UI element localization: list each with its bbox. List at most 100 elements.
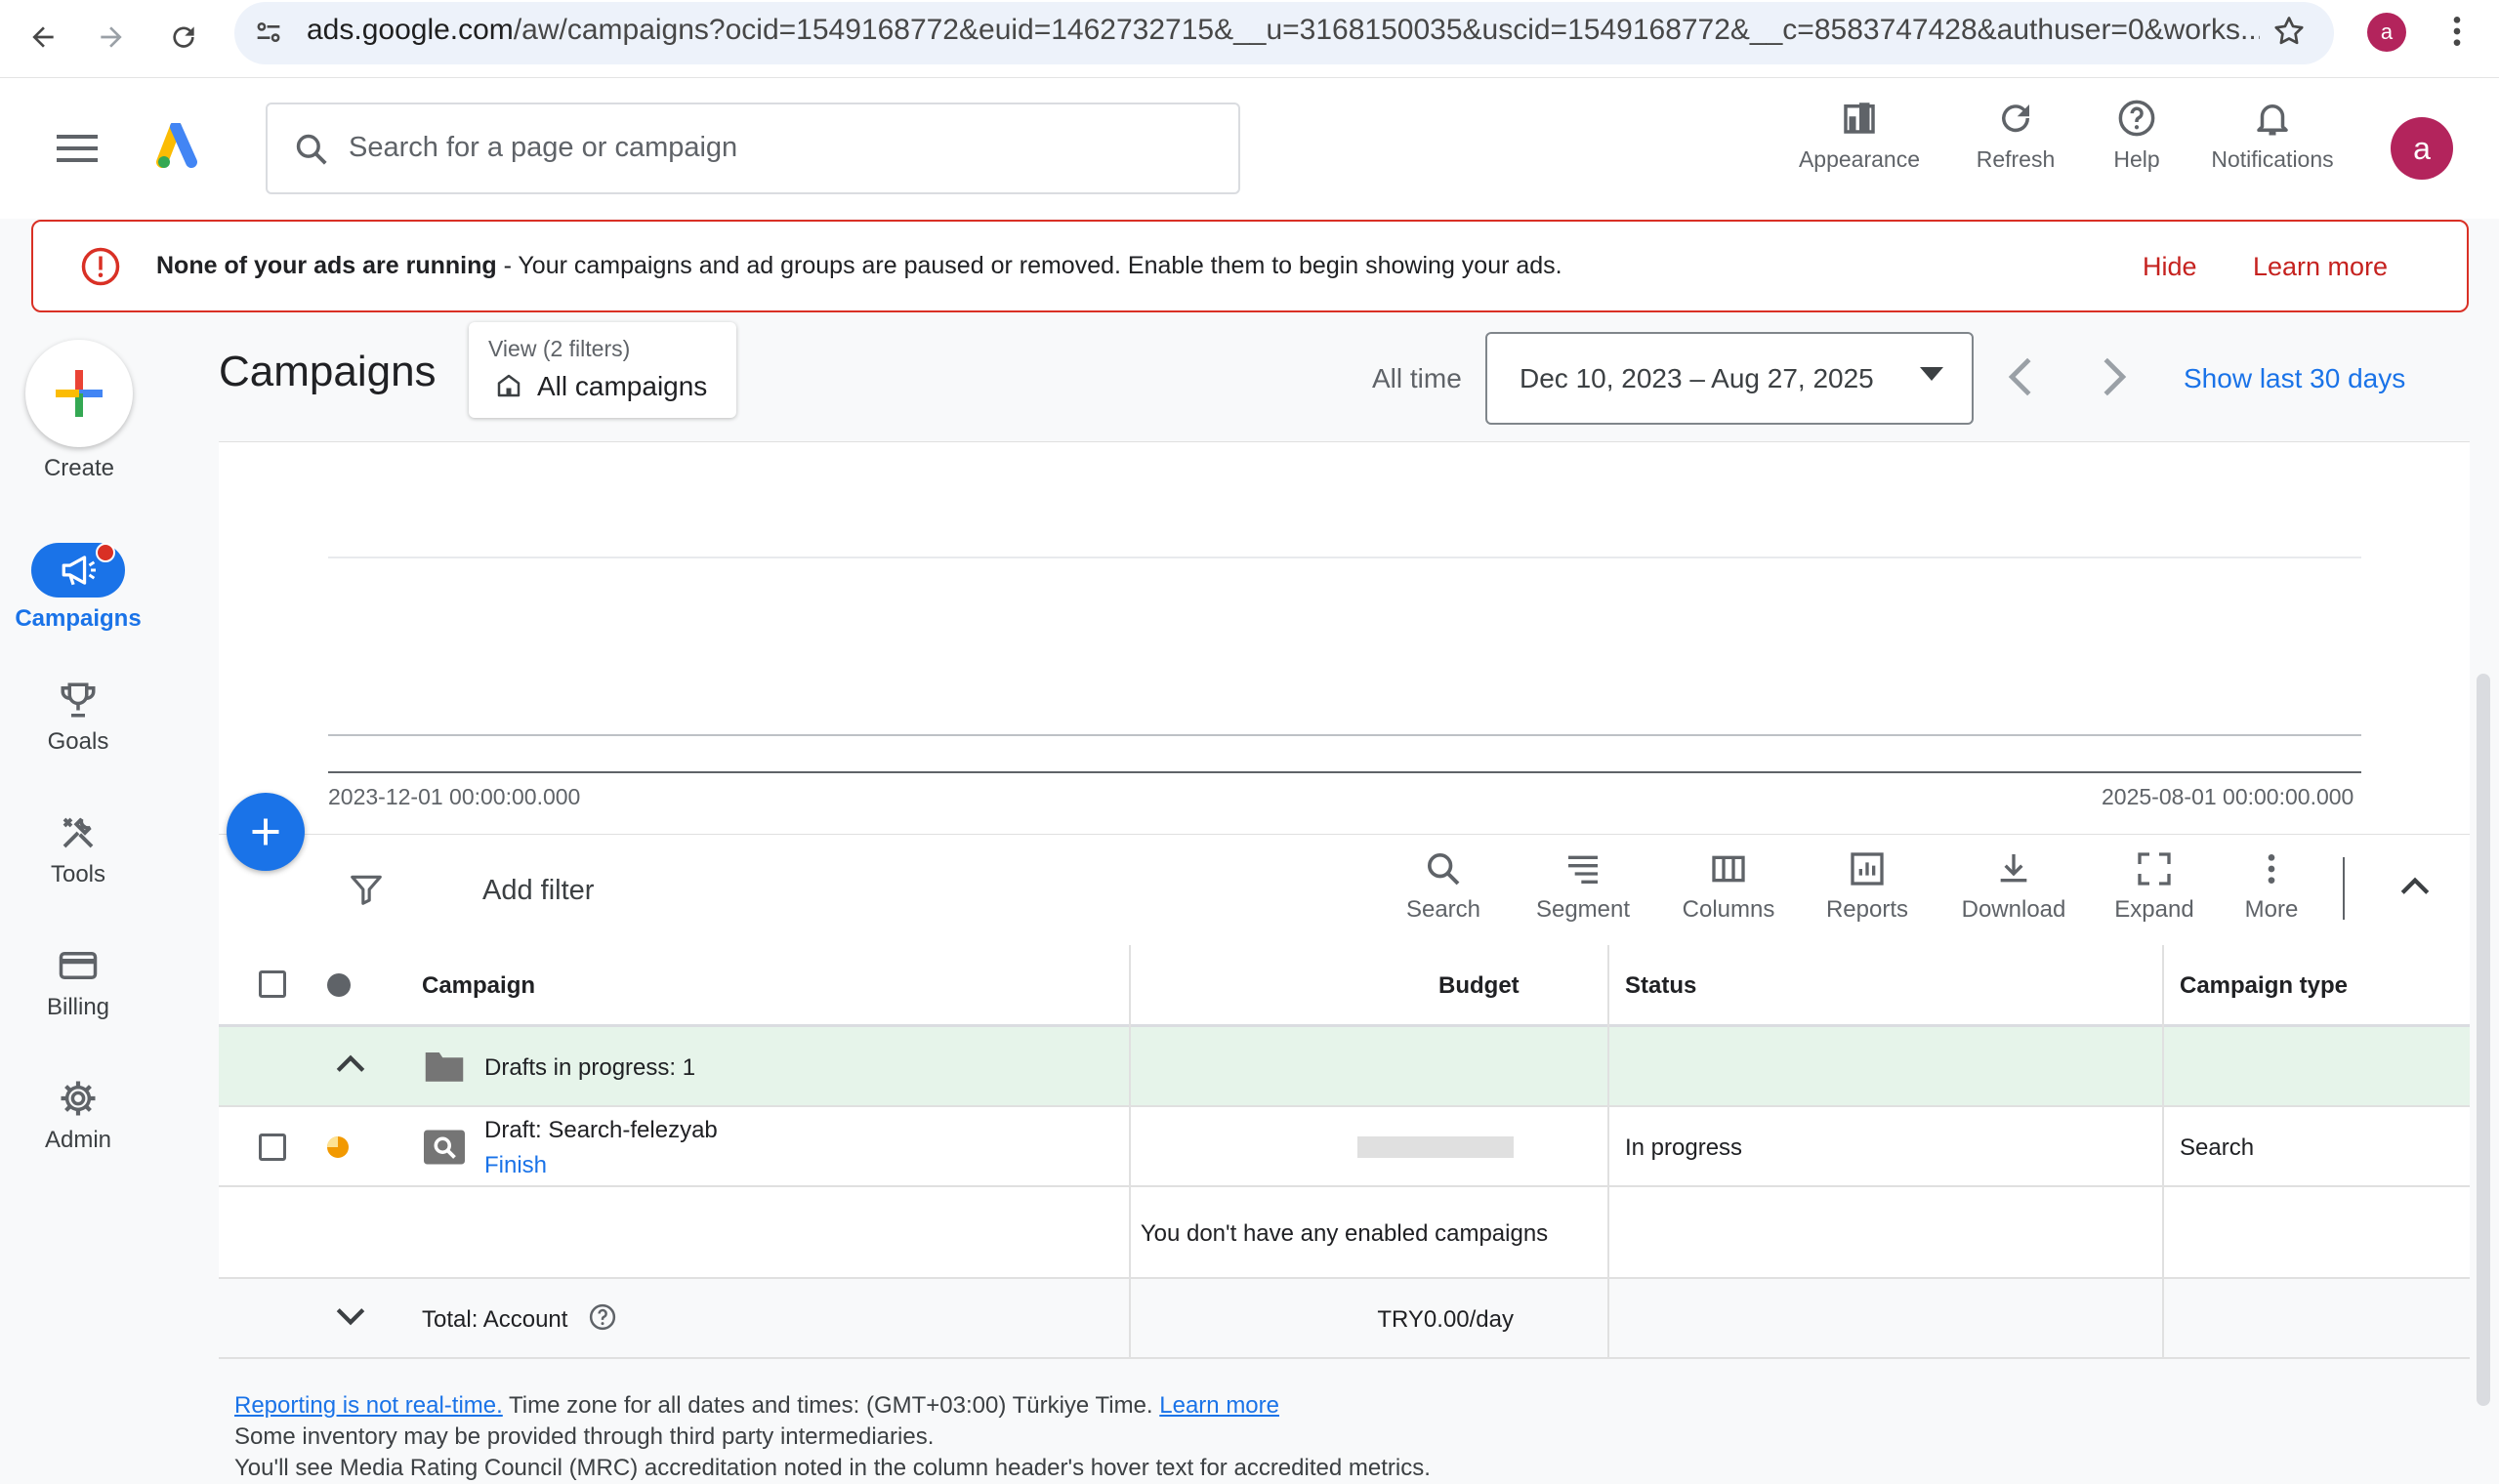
budget-column-header[interactable]: Budget: [1438, 972, 1520, 1000]
column-divider: [1129, 945, 1131, 1359]
nav-goals-label: Goals: [47, 728, 109, 755]
nav-campaigns-pill: [31, 543, 125, 598]
help-button[interactable]: Help: [2100, 98, 2174, 195]
show-last-30-days-link[interactable]: Show last 30 days: [2184, 363, 2405, 394]
collapse-chevron-icon[interactable]: [2398, 875, 2432, 898]
next-period-icon[interactable]: [2100, 355, 2129, 398]
status-column-header[interactable]: Status: [1625, 972, 1696, 1000]
row-checkbox[interactable]: [259, 1134, 286, 1161]
error-icon: [80, 246, 121, 287]
footer-line-2: Some inventory may be provided through t…: [234, 1423, 935, 1450]
x-axis-end-label: 2025-08-01 00:00:00.000: [2102, 784, 2354, 809]
chart-x-axis: [328, 771, 2361, 773]
search-campaign-icon: [424, 1130, 465, 1165]
timezone-text: Time zone for all dates and times: (GMT+…: [502, 1392, 1160, 1419]
footer-learn-more-link[interactable]: Learn more: [1159, 1392, 1279, 1419]
nav-billing[interactable]: Billing: [0, 945, 156, 1021]
url-host: ads.google.com: [307, 14, 514, 46]
download-icon: [2000, 854, 2027, 883]
folder-icon: [424, 1049, 465, 1084]
url-path: /aw/campaigns?ocid=1549168772&euid=14627…: [513, 14, 2260, 46]
bookmark-star-icon[interactable]: [2271, 14, 2307, 49]
status-value: In progress: [1625, 1134, 1743, 1161]
back-icon[interactable]: [16, 10, 70, 64]
toolbar-reports-button[interactable]: Reports: [1818, 849, 1916, 924]
appearance-label: Appearance: [1798, 146, 1921, 172]
trophy-icon: [61, 682, 96, 718]
refresh-button[interactable]: Refresh: [1965, 98, 2066, 195]
create-label: Create: [43, 455, 115, 481]
draft-status-icon: [326, 1135, 350, 1159]
campaign-name[interactable]: Draft: Search-felezyab: [484, 1117, 718, 1144]
nav-tools[interactable]: Tools: [0, 812, 156, 888]
toolbar-search-label: Search: [1405, 896, 1481, 923]
alert-title: None of your ads are running: [156, 252, 497, 279]
nav-campaigns[interactable]: Campaigns: [0, 543, 156, 633]
reload-icon[interactable]: [156, 10, 211, 64]
toolbar-more-button[interactable]: More: [2236, 849, 2307, 924]
alert-message: None of your ads are running - Your camp…: [156, 252, 1562, 280]
campaign-type-column-header[interactable]: Campaign type: [2180, 972, 2348, 1000]
expand-total-chevron-icon[interactable]: [334, 1304, 367, 1328]
previous-period-icon[interactable]: [2006, 355, 2035, 398]
page-title: Campaigns: [219, 348, 437, 395]
footer-line-3: You'll see Media Rating Council (MRC) ac…: [234, 1455, 1431, 1481]
alert-body: - Your campaigns and ad groups are pause…: [496, 252, 1562, 279]
toolbar-divider: [2343, 857, 2345, 920]
toolbar-download-label: Download: [1961, 896, 2066, 923]
forward-icon[interactable]: [84, 10, 139, 64]
add-campaign-button[interactable]: [227, 793, 305, 871]
dropdown-arrow-icon: [1920, 367, 1943, 383]
all-time-label: All time: [1372, 363, 1462, 393]
notification-dot: [96, 543, 115, 562]
finish-draft-link[interactable]: Finish: [484, 1152, 547, 1179]
nav-admin[interactable]: Admin: [0, 1078, 156, 1154]
reporting-not-realtime-link[interactable]: Reporting is not real-time.: [234, 1392, 503, 1419]
toolbar-download-button[interactable]: Download: [1953, 849, 2074, 924]
reports-icon: [1851, 852, 1884, 886]
toolbar-columns-button[interactable]: Columns: [1676, 849, 1781, 924]
refresh-icon: [2002, 104, 2030, 133]
home-icon: [494, 371, 523, 400]
browser-profile-avatar[interactable]: a: [2367, 13, 2406, 52]
page-scrollbar[interactable]: [2477, 674, 2490, 1406]
search-icon: [293, 131, 330, 168]
appearance-button[interactable]: Appearance: [1793, 98, 1926, 195]
toolbar-segment-button[interactable]: Segment: [1529, 849, 1637, 924]
toolbar-columns-label: Columns: [1682, 896, 1775, 923]
toolbar-search-button[interactable]: Search: [1396, 849, 1490, 924]
help-circle-icon[interactable]: [588, 1302, 617, 1332]
browser-menu-icon[interactable]: [2445, 12, 2469, 51]
search-placeholder: Search for a page or campaign: [349, 132, 738, 163]
notifications-button[interactable]: Notifications: [2199, 98, 2346, 195]
toolbar-segment-label: Segment: [1535, 896, 1631, 923]
more-vert-icon: [2268, 854, 2275, 884]
budget-placeholder: [1357, 1136, 1514, 1158]
add-filter-button[interactable]: Add filter: [482, 875, 594, 907]
column-divider: [2162, 945, 2164, 1359]
row-divider: [219, 1185, 2470, 1187]
filter-icon[interactable]: [348, 871, 385, 908]
help-label: Help: [2113, 146, 2160, 172]
nav-goals[interactable]: Goals: [0, 680, 156, 756]
site-info-icon[interactable]: [252, 16, 285, 49]
google-ads-logo[interactable]: [156, 123, 207, 170]
select-all-checkbox[interactable]: [259, 970, 286, 998]
campaign-column-header[interactable]: Campaign: [422, 972, 535, 1000]
search-icon: [1428, 853, 1460, 886]
nav-admin-label: Admin: [44, 1127, 112, 1153]
collapse-drafts-chevron-icon[interactable]: [334, 1052, 367, 1076]
account-avatar[interactable]: a: [2391, 117, 2453, 180]
hamburger-menu-icon[interactable]: [57, 133, 98, 164]
reporting-footer: Reporting is not real-time. Time zone fo…: [234, 1390, 1431, 1484]
toolbar-expand-button[interactable]: Expand: [2107, 849, 2201, 924]
view-filters-label: View (2 filters): [488, 336, 631, 361]
nav-tools-label: Tools: [50, 861, 106, 887]
alert-learn-more-link[interactable]: Learn more: [2253, 252, 2388, 282]
url-text[interactable]: ads.google.com/aw/campaigns?ocid=1549168…: [307, 14, 2260, 47]
total-account-label: Total: Account: [422, 1306, 568, 1333]
notifications-label: Notifications: [2211, 146, 2334, 172]
hide-alert-button[interactable]: Hide: [2143, 252, 2197, 282]
create-button[interactable]: [25, 340, 133, 447]
toolbar-more-label: More: [2244, 896, 2299, 923]
